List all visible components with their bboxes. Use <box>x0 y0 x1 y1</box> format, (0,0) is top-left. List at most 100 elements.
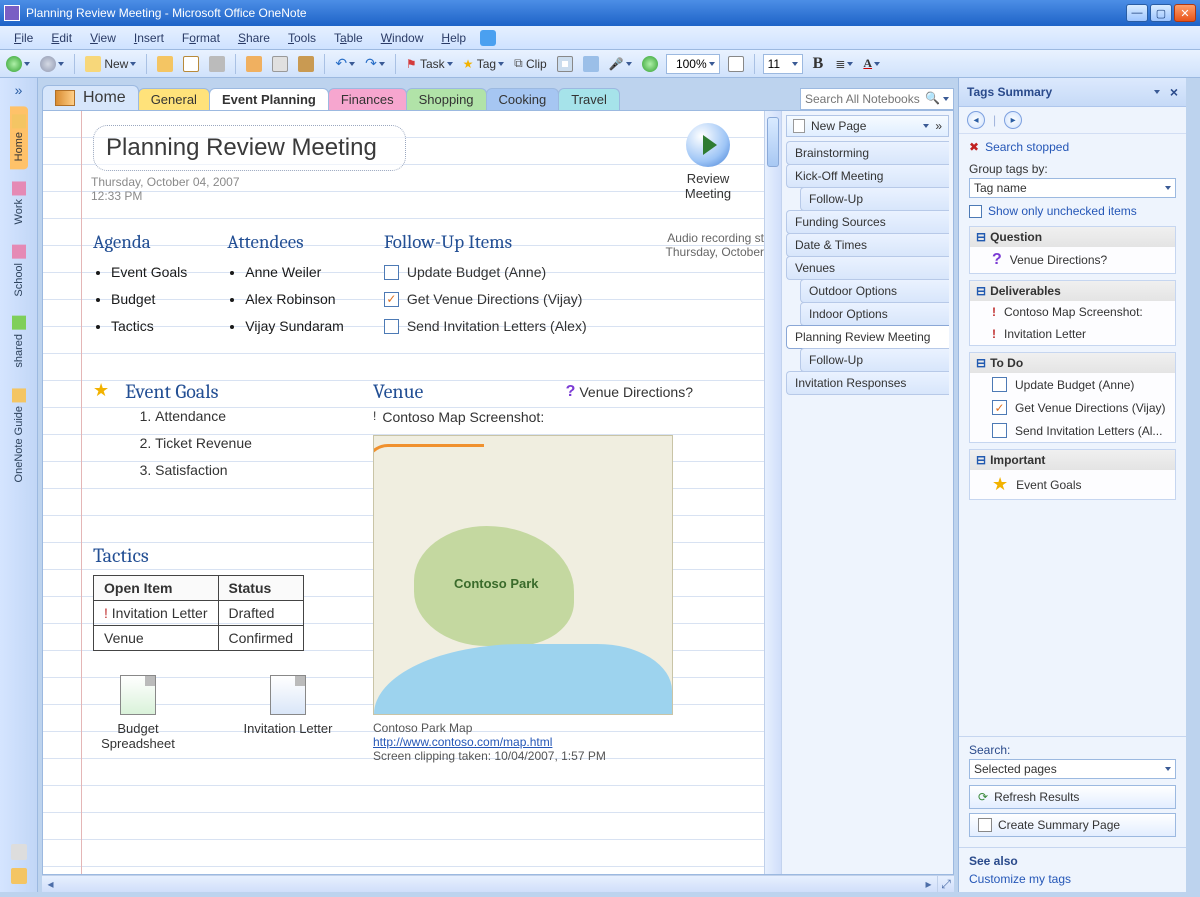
pane-back-button[interactable]: ◂ <box>967 111 985 129</box>
page-tab[interactable]: Planning Review Meeting <box>786 325 949 349</box>
zoom-out-button[interactable] <box>726 54 746 74</box>
page-tab[interactable]: Brainstorming <box>786 141 949 165</box>
page-tab[interactable]: Outdoor Options <box>800 279 949 303</box>
tag-item[interactable]: Update Budget (Anne) <box>970 373 1175 396</box>
section-tab-cooking[interactable]: Cooking <box>486 88 560 110</box>
page-title-container[interactable]: Planning Review Meeting <box>93 125 406 171</box>
note-page[interactable]: Review Meeting Audio recording st Thursd… <box>43 111 764 874</box>
search-input[interactable] <box>805 92 925 106</box>
zoom-input[interactable] <box>671 57 707 71</box>
undo-button[interactable]: ↶ <box>333 54 357 74</box>
menu-file[interactable]: File <box>6 29 41 47</box>
todo-checkbox[interactable] <box>384 265 399 280</box>
todo-checkbox[interactable] <box>384 292 399 307</box>
page-tab[interactable]: Funding Sources <box>786 210 949 234</box>
tag-group-header[interactable]: ⊟ To Do <box>970 353 1175 373</box>
section-tab-travel[interactable]: Travel <box>558 88 620 110</box>
new-page-button[interactable]: New Page » <box>786 115 949 137</box>
pane-menu-button[interactable] <box>1154 90 1160 94</box>
section-tab-event-planning[interactable]: Event Planning <box>209 88 329 110</box>
tag-button[interactable]: ★ Tag <box>461 54 506 74</box>
todo-checkbox[interactable] <box>992 400 1007 415</box>
horizontal-scrollbar[interactable]: ◂▸ ⤢ <box>42 875 954 892</box>
tag-group-header[interactable]: ⊟ Important <box>970 450 1175 470</box>
tag-group-header[interactable]: ⊟ Deliverables <box>970 281 1175 301</box>
notebook-tab-work[interactable]: Work <box>10 173 28 232</box>
show-unchecked-checkbox[interactable] <box>969 205 982 218</box>
minimize-button[interactable]: — <box>1126 4 1148 22</box>
audio-recording-attachment[interactable]: Review Meeting <box>678 123 738 201</box>
full-page-view-button[interactable]: ⤢ <box>937 876 954 892</box>
font-size-control[interactable] <box>763 54 803 74</box>
todo-checkbox[interactable] <box>992 423 1007 438</box>
section-tab-finances[interactable]: Finances <box>328 88 407 110</box>
cut-button[interactable] <box>244 54 264 74</box>
copy-button[interactable] <box>270 54 290 74</box>
task-button[interactable]: ⚑ Task <box>404 54 455 74</box>
tag-item[interactable]: !Contoso Map Screenshot: <box>970 301 1175 323</box>
notebook-tab-shared[interactable]: shared <box>10 308 28 376</box>
menu-insert[interactable]: Insert <box>126 29 172 47</box>
notebook-home[interactable]: Home <box>42 85 139 110</box>
bullets-button[interactable]: ≣ <box>833 54 855 74</box>
section-tab-general[interactable]: General <box>138 88 210 110</box>
menu-view[interactable]: View <box>82 29 124 47</box>
notebook-tab-school[interactable]: School <box>10 237 28 305</box>
close-button[interactable]: ✕ <box>1174 4 1196 22</box>
open-button[interactable] <box>155 54 175 74</box>
tag-item[interactable]: Send Invitation Letters (Al... <box>970 419 1175 442</box>
map-link[interactable]: http://www.contoso.com/map.html <box>373 735 552 749</box>
page-tab[interactable]: Follow-Up <box>800 187 949 211</box>
refresh-results-button[interactable]: ⟳Refresh Results <box>969 785 1176 809</box>
menu-edit[interactable]: Edit <box>43 29 80 47</box>
menu-help[interactable]: Help <box>433 29 474 47</box>
page-tab[interactable]: Follow-Up <box>800 348 949 372</box>
back-button[interactable] <box>4 54 32 74</box>
section-tab-shopping[interactable]: Shopping <box>406 88 487 110</box>
pane-forward-button[interactable]: ▸ <box>1004 111 1022 129</box>
font-color-button[interactable]: A <box>861 54 882 74</box>
forward-button[interactable] <box>38 54 66 74</box>
search-icon[interactable]: 🔍 <box>925 91 941 107</box>
tag-item[interactable]: !Invitation Letter <box>970 323 1175 345</box>
calculator-button[interactable] <box>581 54 601 74</box>
new-subpage-button[interactable]: » <box>935 119 942 133</box>
vertical-scrollbar[interactable] <box>764 111 781 874</box>
search-scope-select[interactable]: Selected pages <box>969 759 1176 779</box>
todo-checkbox[interactable] <box>384 319 399 334</box>
unfiled-notes-button[interactable] <box>9 842 29 862</box>
new-button[interactable]: New <box>83 54 138 74</box>
menu-share[interactable]: Share <box>230 29 278 47</box>
tag-item[interactable]: ★Event Goals <box>970 470 1175 499</box>
pane-close-button[interactable]: × <box>1170 84 1178 100</box>
clip-button[interactable]: ⧉ Clip <box>512 54 549 74</box>
notebook-tab-home[interactable]: Home <box>10 106 28 169</box>
tag-group-header[interactable]: ⊟ Question <box>970 227 1175 247</box>
attachment-invitation-letter[interactable]: Invitation Letter <box>243 675 333 751</box>
page-tab[interactable]: Kick-Off Meeting <box>786 164 949 188</box>
redo-button[interactable]: ↷ <box>363 54 387 74</box>
help-launcher-icon[interactable] <box>480 30 496 46</box>
font-size-input[interactable] <box>768 57 790 71</box>
audio-button[interactable]: 🎤 <box>607 54 634 74</box>
todo-checkbox[interactable] <box>992 377 1007 392</box>
paste-button[interactable] <box>296 54 316 74</box>
attachment-budget-spreadsheet[interactable]: Budget Spreadsheet <box>93 675 183 751</box>
zoom-control[interactable] <box>666 54 720 74</box>
table-button[interactable] <box>555 54 575 74</box>
menu-format[interactable]: Format <box>174 29 228 47</box>
bold-button[interactable]: B <box>809 54 828 74</box>
menu-window[interactable]: Window <box>373 29 432 47</box>
search-all-notebooks[interactable]: 🔍 <box>800 88 954 110</box>
menu-tools[interactable]: Tools <box>280 29 324 47</box>
page-tab[interactable]: Indoor Options <box>800 302 949 326</box>
page-tab[interactable]: Date & Times <box>786 233 949 257</box>
tag-item[interactable]: ?Venue Directions? <box>970 247 1175 273</box>
print-button[interactable] <box>207 54 227 74</box>
page-tab[interactable]: Venues <box>786 256 949 280</box>
maximize-button[interactable]: ▢ <box>1150 4 1172 22</box>
all-notebooks-button[interactable] <box>9 866 29 886</box>
notebook-tab-guide[interactable]: OneNote Guide <box>10 380 28 490</box>
create-summary-page-button[interactable]: Create Summary Page <box>969 813 1176 837</box>
menu-table[interactable]: Table <box>326 29 371 47</box>
